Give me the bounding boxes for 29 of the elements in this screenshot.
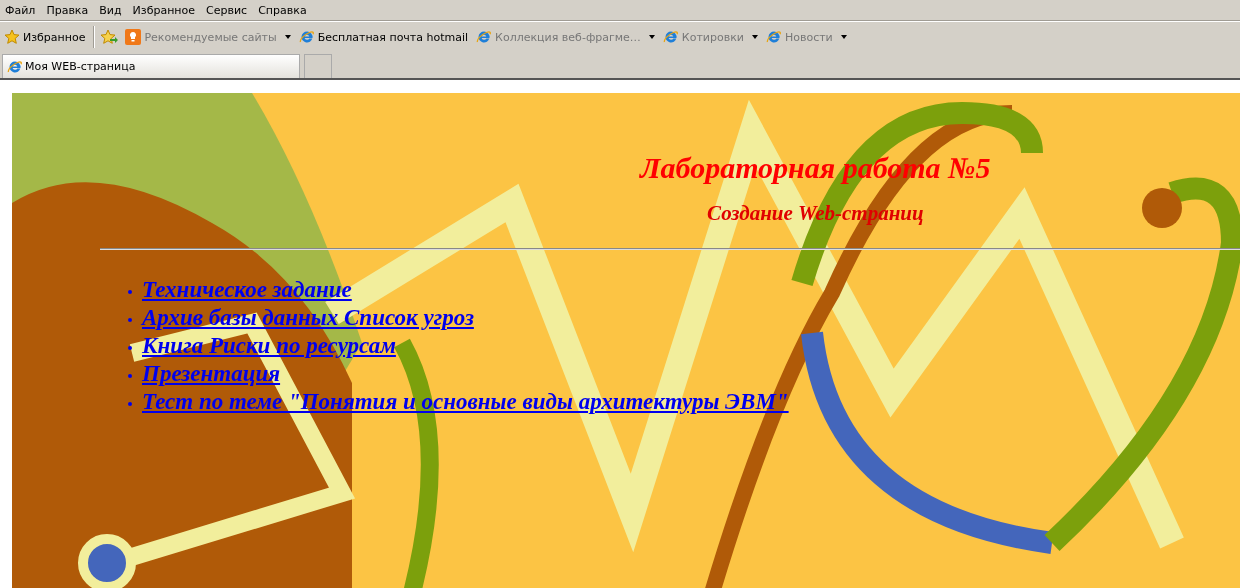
- dropdown-caret-icon: [751, 35, 758, 39]
- disc-drawing: [1142, 188, 1182, 228]
- bullet-icon: [128, 402, 132, 406]
- dropdown-caret-icon: [840, 35, 847, 39]
- page-link[interactable]: Техническое задание: [142, 277, 352, 303]
- bullet-icon: [128, 374, 132, 378]
- menu-item[interactable]: Справка: [254, 3, 314, 17]
- ie-icon: [476, 29, 493, 45]
- star-icon: [4, 29, 20, 45]
- bullet-icon: [128, 290, 132, 294]
- dropdown-caret-icon: [648, 35, 655, 39]
- ie-icon: [7, 58, 23, 75]
- menu-item[interactable]: Сервис: [202, 3, 255, 17]
- browser-tab[interactable]: Моя WEB-страница: [2, 54, 300, 78]
- menu-item[interactable]: Файл: [1, 3, 43, 17]
- bullet-icon: [128, 318, 132, 322]
- ie-icon: [765, 29, 782, 45]
- menu-item[interactable]: Правка: [42, 3, 96, 17]
- lightbulb-icon: [125, 29, 142, 45]
- menu-item[interactable]: Избранное: [128, 3, 203, 17]
- favorites-button[interactable]: Избранное: [2, 27, 88, 47]
- bullet-icon: [128, 346, 132, 350]
- favorites-link[interactable]: Бесплатная почта hotmail: [296, 27, 471, 47]
- ie-icon: [298, 29, 315, 45]
- ie-icon: [662, 29, 679, 45]
- add-favorite-icon[interactable]: [101, 29, 120, 45]
- dropdown-caret-icon: [284, 35, 291, 39]
- menu-item[interactable]: Вид: [95, 3, 129, 17]
- new-tab-button[interactable]: [304, 54, 332, 78]
